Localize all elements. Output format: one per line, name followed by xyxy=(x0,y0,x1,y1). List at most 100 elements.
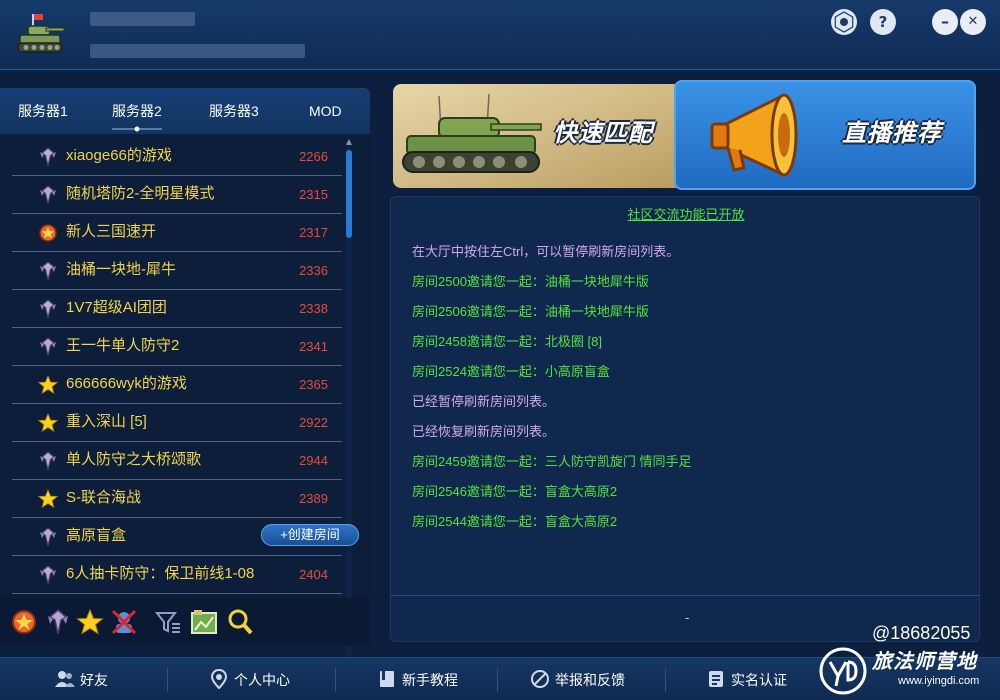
diamond-crest-icon xyxy=(38,527,58,547)
settings-button[interactable] xyxy=(831,9,857,35)
diamond-crest-icon xyxy=(38,451,58,471)
help-icon: ? xyxy=(878,13,888,31)
watermark-url: www.iyingdi.com xyxy=(898,675,980,687)
chat-divider xyxy=(391,595,979,596)
quick-match-banner[interactable]: 快速匹配 xyxy=(393,84,696,188)
room-name: 高原盲盒 xyxy=(66,527,127,544)
room-number: 2404 xyxy=(299,567,328,582)
tab-server-2[interactable]: 服务器2 xyxy=(112,100,162,122)
nav-real-name-verify[interactable]: 实名认证 xyxy=(706,658,816,700)
scroll-up-arrow-icon[interactable]: ▲ xyxy=(345,138,353,146)
room-row[interactable]: 单人防守之大桥颂歌 2944 xyxy=(12,442,342,480)
help-button[interactable]: ? xyxy=(870,9,896,35)
active-tab-indicator xyxy=(112,126,162,132)
server-tabs: 服务器1 服务器2 服务器3 MOD xyxy=(0,88,370,134)
tab-server-1[interactable]: 服务器1 xyxy=(18,100,68,122)
room-row[interactable]: 6人抽卡防守：保卫前线1-08 2404 xyxy=(12,556,342,594)
room-number: 2365 xyxy=(299,377,328,392)
room-row[interactable]: 新人三国速开 2317 xyxy=(12,214,342,252)
room-name: 单人防守之大桥颂歌 xyxy=(66,451,202,468)
invite-message: 房间2544邀请您一起：盲盒大高原2 xyxy=(412,514,618,529)
gear-icon xyxy=(834,11,854,33)
room-number: 2266 xyxy=(299,149,328,164)
room-filter-bar xyxy=(0,598,370,645)
map-icon[interactable] xyxy=(190,608,218,636)
invite-message: 房间2546邀请您一起：盲盒大高原2 xyxy=(412,484,618,499)
room-name: 6人抽卡防守：保卫前线1-08 xyxy=(66,565,255,582)
diamond-crest-icon xyxy=(38,565,58,585)
room-row[interactable]: 666666wyk的游戏 2365 xyxy=(12,366,342,404)
filter-funnel-icon[interactable] xyxy=(154,608,182,636)
minimize-icon: – xyxy=(941,12,949,31)
live-recommend-banner[interactable]: 直播推荐 xyxy=(674,80,976,190)
diamond-crest-icon xyxy=(38,299,58,319)
watermark-logo-icon xyxy=(819,647,867,695)
book-icon xyxy=(377,669,397,689)
room-name: 1V7超级AI团团 xyxy=(66,299,167,316)
room-name: 随机塔防2-全明星模式 xyxy=(66,185,215,202)
star-filter-icon[interactable] xyxy=(76,608,104,636)
quick-match-label: 快速匹配 xyxy=(553,119,653,147)
diamond-crest-icon xyxy=(38,185,58,205)
community-announcement-link[interactable]: 社区交流功能已开放 xyxy=(391,206,981,224)
diamond-crest-icon xyxy=(38,337,58,357)
room-list: xiaoge66的游戏 2266 随机塔防2-全明星模式 2315 新人三国速开 2317… xyxy=(12,138,342,632)
title-bar: ? – ✕ xyxy=(0,0,1000,70)
watermark-handle: @18682055 xyxy=(872,623,971,643)
redacted-user-info xyxy=(90,44,305,58)
room-row[interactable]: 1V7超级AI团团 2338 xyxy=(12,290,342,328)
star-icon xyxy=(37,488,59,509)
tank-illustration-icon xyxy=(402,94,542,173)
id-card-icon xyxy=(706,669,726,689)
room-name: 油桶一块地-犀牛 xyxy=(66,261,176,278)
room-row[interactable]: 重入深山 [5] 2922 xyxy=(12,404,342,442)
nav-profile[interactable]: 个人中心 xyxy=(209,658,319,700)
nav-label: 新手教程 xyxy=(402,672,458,688)
tab-server-3[interactable]: 服务器3 xyxy=(209,100,259,122)
room-number: 2944 xyxy=(299,453,328,468)
minimize-button[interactable]: – xyxy=(932,9,958,35)
megaphone-icon xyxy=(710,93,798,177)
close-button[interactable]: ✕ xyxy=(960,9,986,35)
close-icon: ✕ xyxy=(967,14,979,29)
invite-message: 房间2459邀请您一起：三人防守凯旋门 情同手足 xyxy=(412,454,692,469)
room-number: 2922 xyxy=(299,415,328,430)
nav-separator xyxy=(335,668,336,692)
room-row[interactable]: 王一牛单人防守2 2341 xyxy=(12,328,342,366)
nav-label: 个人中心 xyxy=(234,672,290,688)
create-room-button[interactable]: +创建房间 xyxy=(261,524,359,546)
nav-label: 举报和反馈 xyxy=(555,672,625,688)
nav-report-feedback[interactable]: 举报和反馈 xyxy=(530,658,640,700)
scrollbar-thumb[interactable] xyxy=(346,150,352,238)
room-name: 重入深山 [5] xyxy=(66,413,147,430)
nav-separator xyxy=(665,668,666,692)
no-ai-filter-icon[interactable] xyxy=(110,608,138,636)
diamond-crest-filter-icon[interactable] xyxy=(44,608,72,636)
room-row[interactable]: 随机塔防2-全明星模式 2315 xyxy=(12,176,342,214)
nav-tutorial[interactable]: 新手教程 xyxy=(377,658,487,700)
room-row[interactable]: S-联合海战 2389 xyxy=(12,480,342,518)
room-list-panel: 服务器1 服务器2 服务器3 MOD xiaoge66的游戏 2266 随机塔防2-… xyxy=(0,88,370,676)
newbie-filter-icon[interactable] xyxy=(10,608,38,636)
location-pin-icon xyxy=(209,668,229,690)
nav-friends[interactable]: 好友 xyxy=(55,658,165,700)
watermark-brand: 旅法师营地 xyxy=(872,649,977,673)
room-number: 2341 xyxy=(299,339,328,354)
room-number: 2389 xyxy=(299,491,328,506)
search-icon[interactable] xyxy=(226,608,254,636)
room-name: xiaoge66的游戏 xyxy=(66,147,172,164)
invite-message: 房间2524邀请您一起：小高原盲盒 xyxy=(412,364,610,379)
diamond-crest-icon xyxy=(38,147,58,167)
room-row[interactable]: xiaoge66的游戏 2266 xyxy=(12,138,342,176)
room-name: 王一牛单人防守2 xyxy=(66,337,180,354)
nav-label: 好友 xyxy=(80,672,108,688)
nav-separator xyxy=(497,668,498,692)
room-list-scrollbar[interactable]: ▲ ▼ xyxy=(343,138,355,678)
forbidden-icon xyxy=(530,669,550,689)
tab-mod[interactable]: MOD xyxy=(309,100,342,122)
invite-message: 房间2458邀请您一起：北极圈 [8] xyxy=(412,334,602,349)
friends-icon xyxy=(55,669,75,689)
room-number: 2338 xyxy=(299,301,328,316)
nav-separator xyxy=(167,668,168,692)
room-row[interactable]: 油桶一块地-犀牛 2336 xyxy=(12,252,342,290)
